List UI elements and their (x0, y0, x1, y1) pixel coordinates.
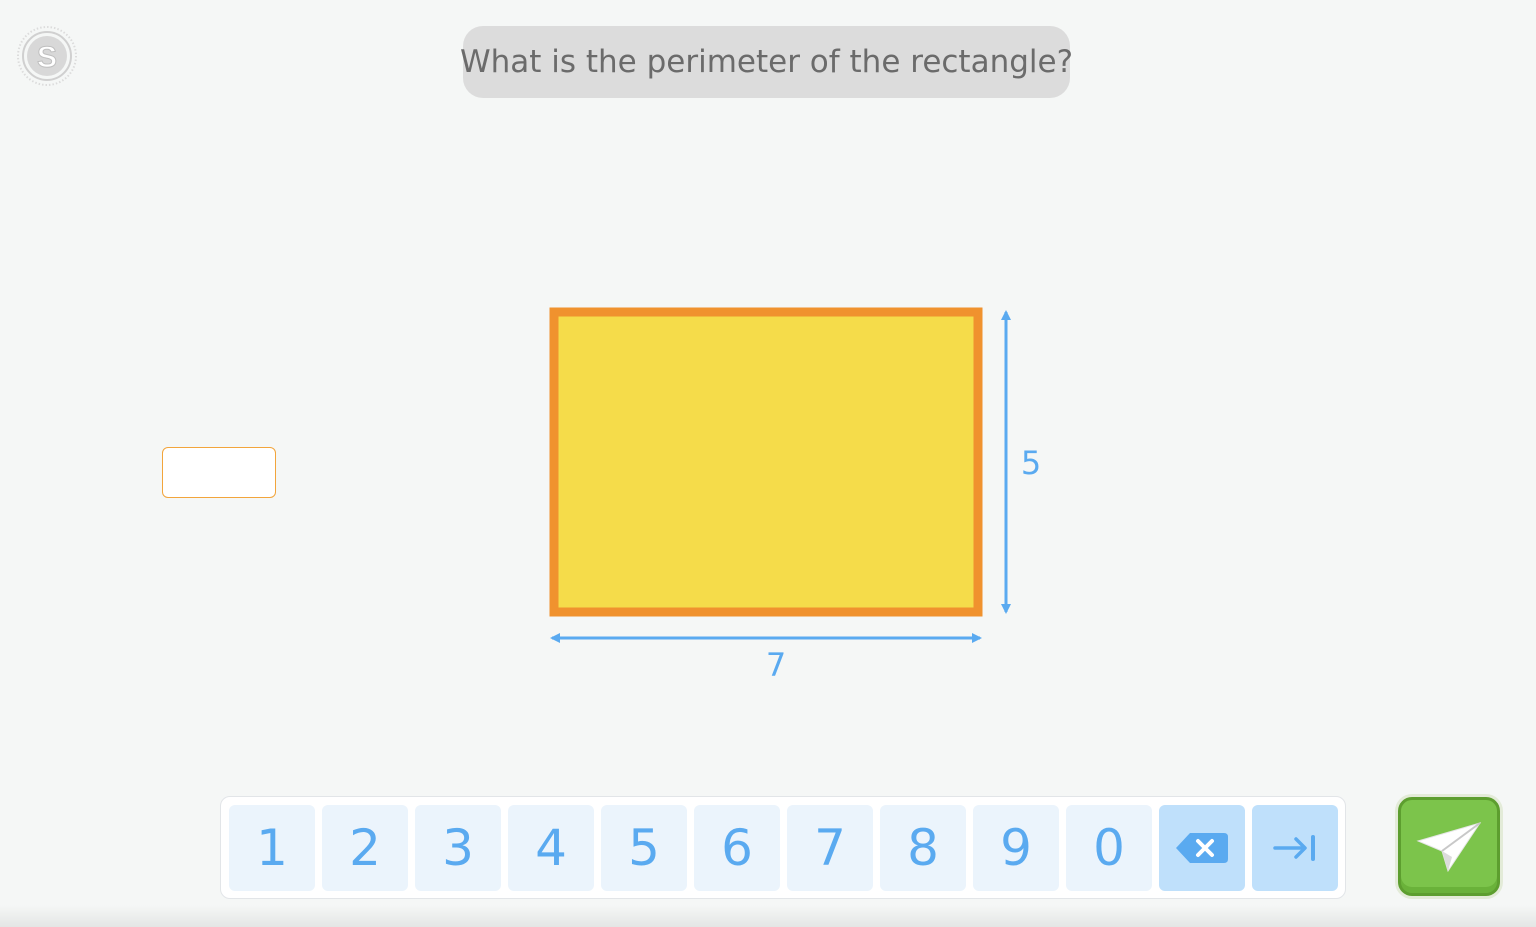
number-keypad: 1 2 3 4 5 6 7 8 9 0 (220, 796, 1346, 899)
exercise-screen: S What is the perimeter of the rectangle… (0, 0, 1536, 927)
bottom-edge-shade (0, 905, 1536, 927)
rectangle-figure: 5 7 (540, 300, 1060, 694)
height-label: 5 (1021, 444, 1041, 482)
key-4[interactable]: 4 (508, 805, 594, 891)
key-8[interactable]: 8 (880, 805, 966, 891)
key-1[interactable]: 1 (229, 805, 315, 891)
key-5[interactable]: 5 (601, 805, 687, 891)
key-3[interactable]: 3 (415, 805, 501, 891)
question-banner: What is the perimeter of the rectangle? (459, 26, 1074, 98)
tab-button[interactable] (1252, 805, 1338, 891)
tab-arrow-icon (1273, 835, 1315, 861)
answer-input[interactable] (162, 447, 276, 498)
width-label: 7 (766, 646, 786, 684)
key-9[interactable]: 9 (973, 805, 1059, 891)
rectangle-shape (549, 307, 983, 617)
logo-letter: S (37, 41, 57, 74)
s-logo-icon: S (16, 25, 78, 87)
key-7[interactable]: 7 (787, 805, 873, 891)
paper-plane-icon (1416, 821, 1482, 872)
backspace-button[interactable] (1159, 805, 1245, 891)
backspace-icon (1176, 833, 1228, 863)
question-text: What is the perimeter of the rectangle? (459, 44, 1074, 80)
key-0[interactable]: 0 (1066, 805, 1152, 891)
submit-button[interactable] (1398, 797, 1500, 896)
key-6[interactable]: 6 (694, 805, 780, 891)
key-2[interactable]: 2 (322, 805, 408, 891)
